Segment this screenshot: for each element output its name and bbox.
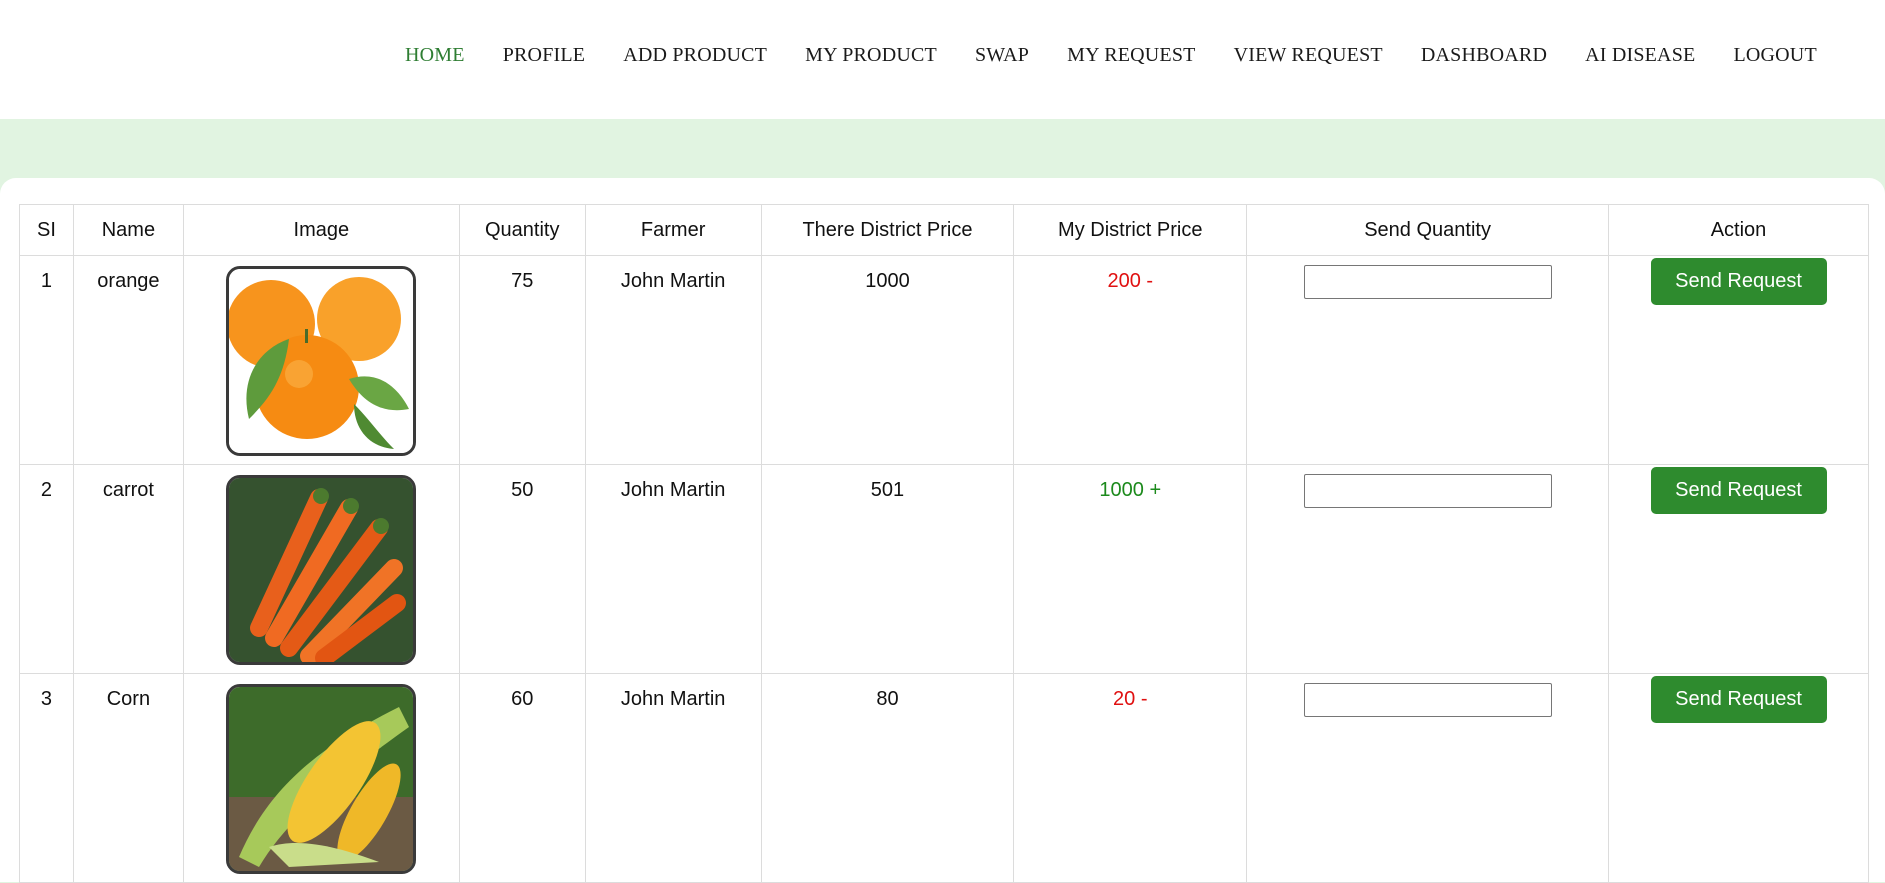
- header-farmer: Farmer: [584, 204, 762, 256]
- orange-image: [226, 266, 417, 456]
- header-band: [0, 119, 1885, 179]
- row-name: orange: [97, 270, 160, 292]
- row-si: 3: [40, 688, 53, 710]
- row-quantity: 60: [511, 688, 534, 710]
- table-header-row: SI Name Image Quantity Farmer There Dist…: [19, 204, 1869, 256]
- carrot-image: [226, 475, 417, 665]
- row-my-price: 20 -: [1113, 688, 1148, 710]
- row-farmer: John Martin: [620, 479, 726, 501]
- row-farmer: John Martin: [620, 688, 726, 710]
- send-quantity-input[interactable]: [1303, 265, 1552, 299]
- nav-item-profile[interactable]: PROFILE: [503, 44, 586, 67]
- nav-item-view-request[interactable]: VIEW REQUEST: [1234, 44, 1383, 67]
- send-quantity-input[interactable]: [1303, 683, 1552, 717]
- row-farmer: John Martin: [620, 270, 726, 292]
- row-my-price: 200 -: [1107, 270, 1154, 292]
- header-si: SI: [19, 204, 74, 256]
- row-there-price: 1000: [865, 270, 910, 292]
- row-there-price: 501: [870, 479, 905, 501]
- row-quantity: 50: [511, 479, 534, 501]
- row-name: Corn: [106, 688, 151, 710]
- nav-item-add-product[interactable]: ADD PRODUCT: [623, 44, 767, 67]
- corn-image: [226, 684, 417, 874]
- header-image: Image: [182, 204, 460, 256]
- header-name: Name: [72, 204, 184, 256]
- table-row: 2 carrot 50 John Martin 501 1000 + Send …: [19, 464, 1869, 674]
- send-request-button[interactable]: Send Request: [1650, 467, 1827, 514]
- nav-item-logout[interactable]: LOGOUT: [1733, 44, 1816, 67]
- row-there-price: 80: [876, 688, 899, 710]
- row-name: carrot: [102, 479, 154, 501]
- top-navbar: HOME PROFILE ADD PRODUCT MY PRODUCT SWAP…: [0, 0, 1885, 119]
- products-table: SI Name Image Quantity Farmer There Dist…: [19, 204, 1869, 883]
- content-card: SI Name Image Quantity Farmer There Dist…: [0, 178, 1885, 883]
- nav-item-swap[interactable]: SWAP: [975, 44, 1029, 67]
- row-si: 2: [40, 479, 53, 501]
- nav-item-dashboard[interactable]: DASHBOARD: [1421, 44, 1547, 67]
- nav-item-my-product[interactable]: MY PRODUCT: [805, 44, 937, 67]
- header-my-district-price: My District Price: [1013, 204, 1248, 256]
- row-quantity: 75: [511, 270, 534, 292]
- header-action: Action: [1608, 204, 1869, 256]
- row-si: 1: [40, 270, 53, 292]
- send-request-button[interactable]: Send Request: [1650, 258, 1827, 305]
- send-quantity-input[interactable]: [1303, 474, 1552, 508]
- nav-item-ai-disease[interactable]: AI DISEASE: [1585, 44, 1695, 67]
- header-there-district-price: There District Price: [760, 204, 1015, 256]
- table-row: 3 Corn 60 John Martin 80 20 - Send Reque…: [19, 673, 1869, 883]
- nav-item-home[interactable]: HOME: [405, 44, 465, 67]
- header-quantity: Quantity: [458, 204, 586, 256]
- table-row: 1 orange 75 John Martin 1000 200 - Send …: [19, 255, 1869, 465]
- header-send-quantity: Send Quantity: [1246, 204, 1610, 256]
- nav-menu: HOME PROFILE ADD PRODUCT MY PRODUCT SWAP…: [405, 44, 1817, 67]
- row-my-price: 1000 +: [1099, 479, 1162, 501]
- nav-item-my-request[interactable]: MY REQUEST: [1067, 44, 1195, 67]
- send-request-button[interactable]: Send Request: [1650, 676, 1827, 723]
